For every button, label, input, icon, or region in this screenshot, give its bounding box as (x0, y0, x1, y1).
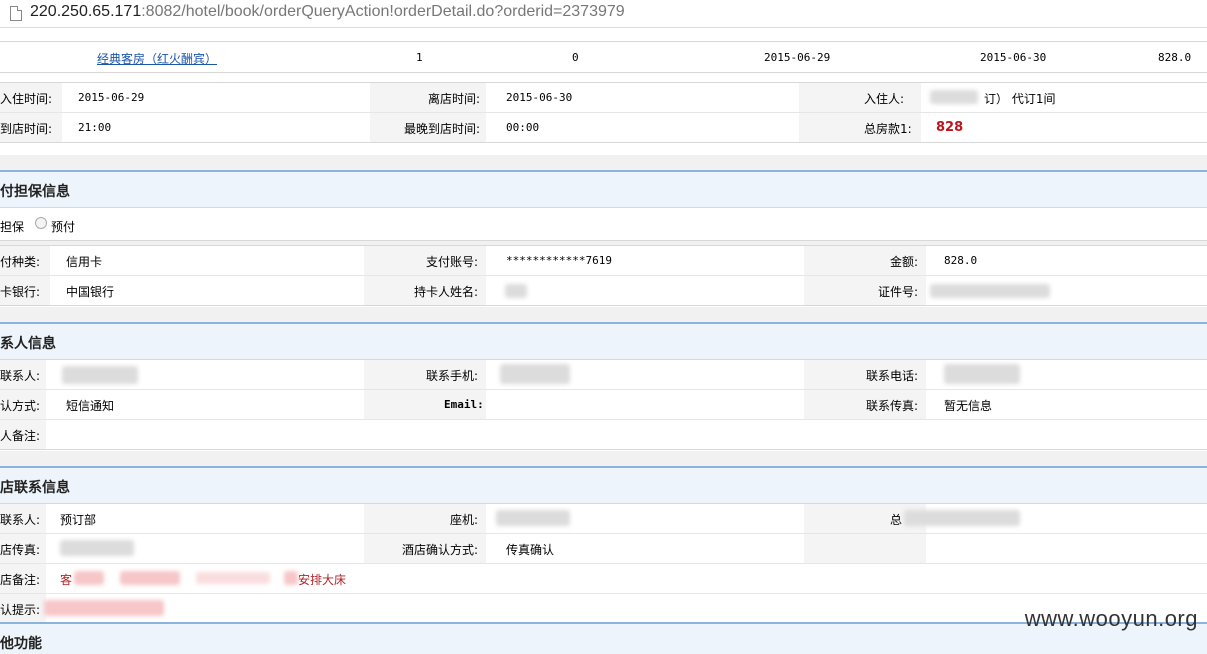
guarantee-section-header: 付担保信息 (0, 172, 1207, 207)
arrival-value: 21:00 (78, 121, 112, 134)
confirm-tip-label: 认提示: (0, 603, 41, 617)
bank-label: 卡银行: (0, 285, 41, 299)
room-checkin-date: 2015-06-29 (764, 51, 831, 64)
checkout-value: 2015-06-30 (506, 91, 573, 104)
checkin-label: 入住时间: (0, 92, 53, 106)
prepay-radio[interactable] (35, 217, 47, 229)
contact-note-label: 人备注: (0, 429, 41, 443)
hotel-note-suffix: 安排大床 (298, 573, 347, 587)
confirm-method-label: 认方式: (0, 399, 41, 413)
page-icon (10, 6, 22, 21)
hotel-fax-label: 店传真: (0, 543, 41, 557)
hotel-section-title: 店联系信息 (0, 480, 70, 496)
extra-count: 0 (572, 51, 579, 64)
email-label: Email: (444, 398, 484, 411)
total-price-value: 828 (936, 120, 964, 135)
prepay-option-label: 预付 (51, 220, 76, 234)
room-checkout-date: 2015-06-30 (980, 51, 1047, 64)
contact-fax-value: 暂无信息 (944, 399, 993, 413)
hotel-confirm-label: 酒店确认方式: (402, 543, 479, 557)
latest-arrival-value: 00:00 (506, 121, 540, 134)
arrival-label: 到店时间: (0, 122, 53, 136)
hotel-section-header: 店联系信息 (0, 468, 1207, 503)
hotel-contact-label: 联系人: (0, 513, 41, 527)
hotel-note-label: 店备注: (0, 573, 41, 587)
other-section-title: 他功能 (0, 636, 42, 652)
room-price: 828.0 (1158, 51, 1192, 64)
hotel-note-prefix: 客 (60, 573, 73, 587)
guarantee-section-title: 付担保信息 (0, 184, 70, 200)
room-type-link[interactable]: 经典客房（红火酬宾） (97, 50, 217, 67)
hotel-contact-value: 预订部 (60, 513, 97, 527)
contact-section-header: 系人信息 (0, 324, 1207, 359)
room-count: 1 (416, 51, 423, 64)
amount-label: 金额: (890, 255, 919, 269)
card-holder-label: 持卡人姓名: (414, 285, 479, 299)
address-bar[interactable]: 220.250.65.171:8082/hotel/book/orderQuer… (0, 0, 1207, 28)
amount-value: 828.0 (944, 254, 978, 267)
guarantee-option-label: 担保 (0, 220, 25, 234)
contact-fax-label: 联系传真: (866, 399, 919, 413)
pay-type-value: 信用卡 (66, 255, 103, 269)
guest-value: 订） 代订1间 (984, 92, 1056, 106)
account-label: 支付账号: (426, 255, 479, 269)
id-number-label: 证件号: (878, 285, 919, 299)
total-price-label: 总房款1: (864, 122, 912, 136)
url-text[interactable]: 220.250.65.171:8082/hotel/book/orderQuer… (30, 3, 625, 21)
landline-label: 座机: (450, 513, 479, 527)
hotel-total-label: 总 (890, 513, 903, 527)
guest-label: 入住人: (864, 92, 905, 106)
contact-person-label: 联系人: (0, 369, 41, 383)
contact-phone-label: 联系电话: (866, 369, 919, 383)
url-path: :8082/hotel/book/orderQueryAction!orderD… (141, 3, 625, 20)
latest-arrival-label: 最晚到店时间: (404, 122, 481, 136)
account-value: ************7619 (506, 254, 612, 267)
checkout-label: 离店时间: (428, 92, 481, 106)
watermark: www.wooyun.org (1024, 606, 1198, 631)
checkin-value: 2015-06-29 (78, 91, 145, 104)
pay-type-label: 付种类: (0, 255, 41, 269)
bank-value: 中国银行 (66, 285, 115, 299)
url-host: 220.250.65.171 (30, 3, 142, 20)
contact-section-title: 系人信息 (0, 336, 56, 352)
hotel-confirm-value: 传真确认 (506, 543, 555, 557)
contact-mobile-label: 联系手机: (426, 369, 479, 383)
confirm-method-value: 短信通知 (66, 399, 115, 413)
